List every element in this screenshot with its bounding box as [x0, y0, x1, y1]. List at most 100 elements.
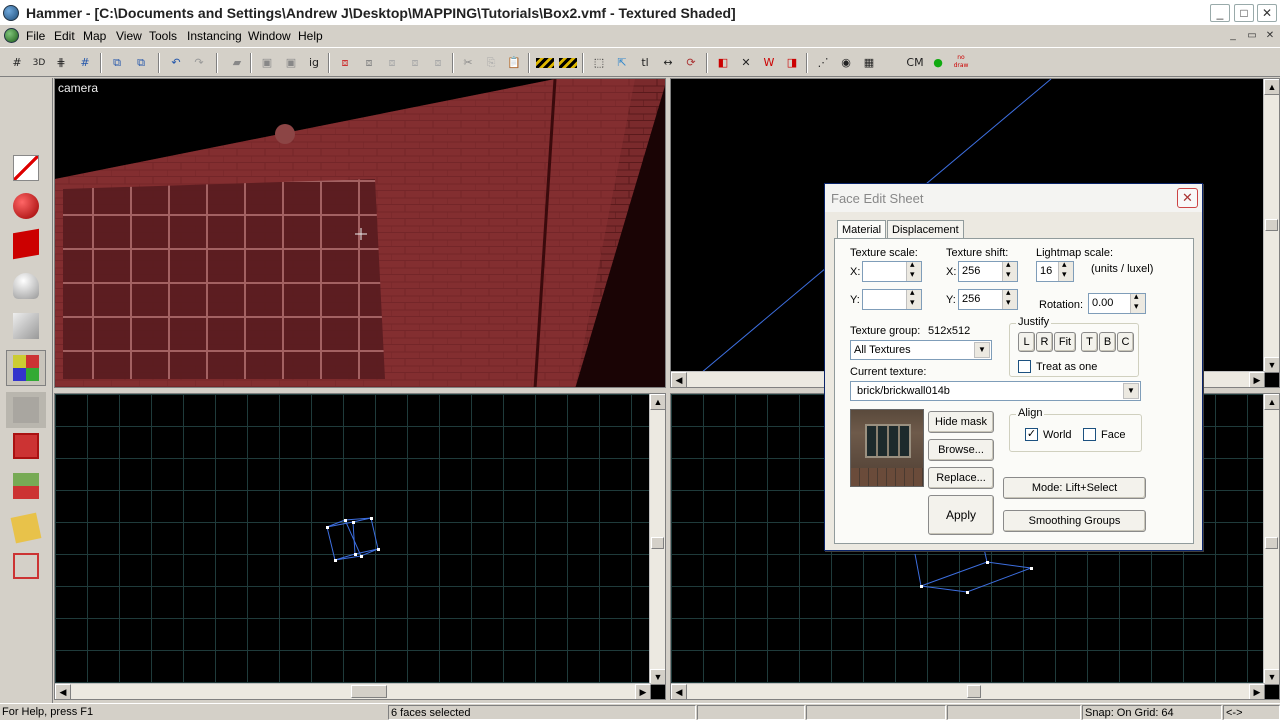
mdi-restore-button[interactable]: ▭ — [1245, 30, 1259, 42]
menu-help[interactable]: Help — [298, 29, 323, 43]
justify-fit-button[interactable]: Fit — [1054, 332, 1076, 352]
spin-arrows-icon[interactable] — [1002, 259, 1017, 281]
ignore-groups-icon[interactable]: ig — [305, 54, 323, 72]
magnify-tool-icon[interactable] — [6, 188, 46, 224]
wm-icon[interactable]: ▦ — [860, 54, 878, 72]
replace-button[interactable]: Replace... — [928, 467, 994, 489]
redo-icon[interactable]: ↷ — [190, 54, 208, 72]
spin-arrows-icon[interactable] — [906, 287, 921, 309]
clip-icon[interactable]: ⋰ — [814, 54, 832, 72]
cm-icon[interactable]: CM — [903, 54, 927, 72]
cordon-icon[interactable]: ⧈ — [336, 54, 354, 72]
scroll-up-arrow-icon[interactable]: ▲ — [650, 394, 665, 410]
scroll-left-arrow-icon[interactable]: ◀ — [55, 684, 71, 699]
hide-items-icon[interactable] — [536, 58, 554, 68]
mdi-close-button[interactable]: ✕ — [1263, 30, 1277, 42]
scroll-thumb[interactable] — [1265, 219, 1278, 231]
vertical-scrollbar[interactable]: ▲ ▼ — [1263, 79, 1279, 373]
entity-report-icon[interactable]: ⧈ — [429, 54, 447, 72]
hammer-app-icon[interactable] — [3, 5, 19, 21]
scroll-up-arrow-icon[interactable]: ▲ — [1264, 79, 1279, 95]
vertical-scrollbar[interactable]: ▲ ▼ — [649, 394, 665, 685]
horizontal-scrollbar[interactable]: ◀ ▶ — [55, 683, 651, 699]
spin-arrows-icon[interactable] — [1058, 259, 1073, 281]
autoselect-icon[interactable]: ⧈ — [406, 54, 424, 72]
carve-icon[interactable]: ▰ — [228, 54, 246, 72]
spin-arrows-icon[interactable] — [906, 259, 921, 281]
dialog-title-bar[interactable]: Face Edit Sheet ✕ — [825, 184, 1202, 212]
camera-tool-icon[interactable] — [6, 226, 46, 262]
minimize-button[interactable]: _ — [1210, 4, 1230, 22]
scroll-left-arrow-icon[interactable]: ◀ — [671, 372, 687, 387]
tab-displacement[interactable]: Displacement — [887, 220, 964, 240]
justify-center-button[interactable]: C — [1117, 332, 1134, 352]
show-icon[interactable]: ▣ — [282, 54, 300, 72]
lightmap-scale-input[interactable]: 16 — [1036, 259, 1074, 282]
mdi-minimize-button[interactable]: _ — [1226, 30, 1240, 42]
grid-dots-icon[interactable]: ⋕ — [52, 54, 70, 72]
clipping-tool-icon[interactable] — [6, 468, 46, 504]
justify-top-button[interactable]: T — [1081, 332, 1098, 352]
rotation-input[interactable]: 0.00 — [1088, 291, 1146, 314]
scroll-right-arrow-icon[interactable]: ▶ — [1249, 372, 1265, 387]
selection-box-icon[interactable]: ⬚ — [590, 54, 608, 72]
maximize-button[interactable]: □ — [1234, 4, 1254, 22]
browse-button[interactable]: Browse... — [928, 439, 994, 461]
entity-tool-icon[interactable] — [6, 268, 46, 304]
menu-instancing[interactable]: Instancing — [187, 29, 242, 43]
close-button[interactable]: ✕ — [1257, 4, 1277, 22]
camera-viewport[interactable]: camera — [54, 78, 666, 388]
select-cursor-icon[interactable]: ⇱ — [613, 54, 631, 72]
mode-button[interactable]: Mode: Lift+Select — [1003, 477, 1146, 499]
scroll-right-arrow-icon[interactable]: ▶ — [1249, 684, 1265, 699]
grid-add-icon[interactable]: # — [76, 54, 94, 72]
texture-group-select[interactable]: All Textures ▼ — [850, 340, 992, 360]
nodraw-icon[interactable]: no draw — [952, 54, 970, 72]
undo-icon[interactable]: ↶ — [167, 54, 185, 72]
scroll-down-arrow-icon[interactable]: ▼ — [1264, 357, 1279, 373]
menu-window[interactable]: Window — [248, 29, 291, 43]
apply-decal-icon[interactable] — [6, 392, 46, 428]
current-texture-select[interactable]: brick/brickwall014b ▼ — [850, 381, 1141, 401]
scale-x-input[interactable] — [862, 259, 922, 282]
scroll-thumb[interactable] — [351, 685, 387, 698]
show-items-icon[interactable] — [559, 58, 577, 68]
group-icon[interactable]: ⧉ — [108, 54, 126, 72]
cut-icon[interactable]: ✂ — [459, 54, 477, 72]
rotate-icon[interactable]: ⟳ — [682, 54, 700, 72]
scroll-right-arrow-icon[interactable]: ▶ — [635, 684, 651, 699]
align-world-checkbox[interactable]: ✓ — [1025, 428, 1038, 441]
horizontal-scrollbar[interactable]: ◀ ▶ — [671, 683, 1265, 699]
hide-mask-button[interactable]: Hide mask — [928, 411, 994, 433]
treat-as-one-checkbox[interactable] — [1018, 360, 1031, 373]
texture-scale-lock-icon[interactable]: ⧈ — [383, 54, 401, 72]
scroll-down-arrow-icon[interactable]: ▼ — [1264, 669, 1279, 685]
grid-toggle-icon[interactable]: # — [8, 54, 26, 72]
texture-lock-icon[interactable]: ⧈ — [360, 54, 378, 72]
shift-x-input[interactable]: 256 — [958, 259, 1018, 282]
scroll-down-arrow-icon[interactable]: ▼ — [650, 669, 665, 685]
check-icon[interactable]: ● — [929, 54, 947, 72]
move-arrows-icon[interactable]: ↔ — [659, 54, 677, 72]
menu-view[interactable]: View — [116, 29, 142, 43]
scroll-thumb[interactable] — [651, 537, 664, 549]
selection-tool-icon[interactable] — [6, 150, 46, 186]
dimension-icon[interactable]: ✕ — [737, 54, 755, 72]
paste-icon[interactable]: 📋 — [505, 54, 523, 72]
texture-app-icon[interactable] — [6, 350, 46, 386]
spin-arrows-icon[interactable] — [1002, 287, 1017, 309]
scroll-thumb[interactable] — [967, 685, 981, 698]
shift-y-input[interactable]: 256 — [958, 287, 1018, 310]
justify-right-button[interactable]: R — [1036, 332, 1053, 352]
vertical-scrollbar[interactable]: ▲ ▼ — [1263, 394, 1279, 685]
align-face-checkbox[interactable] — [1083, 428, 1096, 441]
chevron-down-icon[interactable]: ▼ — [974, 342, 990, 358]
scroll-left-arrow-icon[interactable]: ◀ — [671, 684, 687, 699]
document-icon[interactable] — [4, 28, 19, 43]
dialog-close-button[interactable]: ✕ — [1177, 188, 1198, 208]
scale-y-input[interactable] — [862, 287, 922, 310]
scroll-thumb[interactable] — [1265, 537, 1278, 549]
justify-left-button[interactable]: L — [1018, 332, 1035, 352]
menu-file[interactable]: File — [26, 29, 45, 43]
chevron-down-icon[interactable]: ▼ — [1123, 383, 1139, 399]
